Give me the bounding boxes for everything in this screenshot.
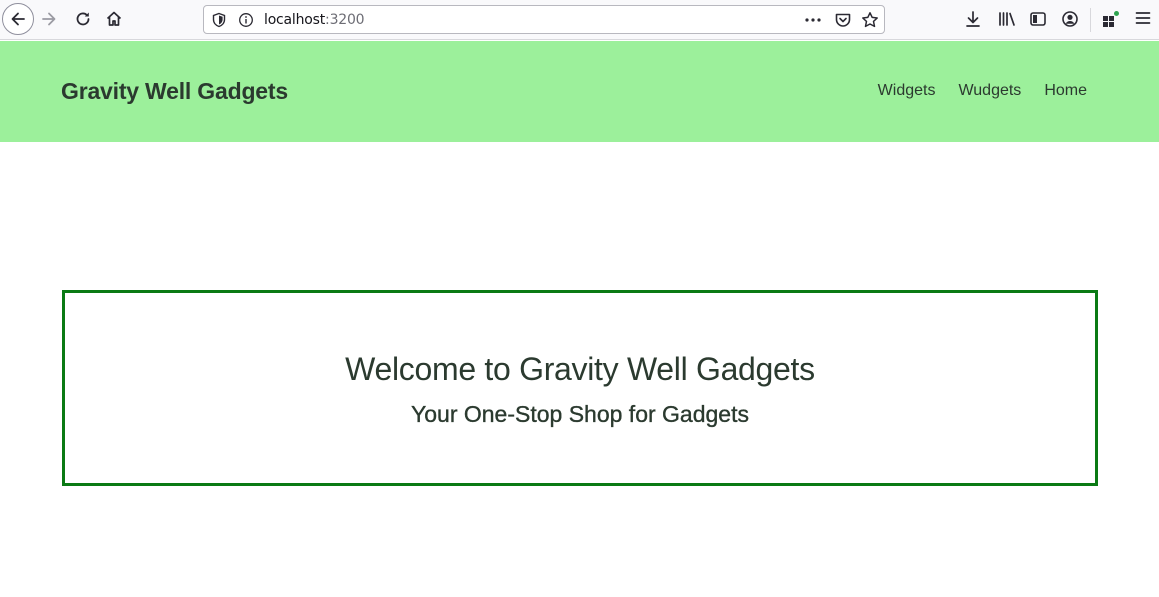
welcome-hero: Welcome to Gravity Well Gadgets Your One… bbox=[62, 290, 1098, 486]
hamburger-menu-icon[interactable] bbox=[1135, 10, 1151, 26]
url-text[interactable]: localhost:3200 bbox=[264, 12, 365, 28]
star-icon[interactable] bbox=[861, 11, 879, 29]
back-button[interactable] bbox=[2, 3, 34, 35]
hero-subtitle: Your One-Stop Shop for Gadgets bbox=[411, 401, 749, 427]
extensions-icon[interactable] bbox=[1101, 10, 1121, 30]
download-icon[interactable] bbox=[964, 10, 982, 28]
address-bar[interactable]: localhost:3200 bbox=[203, 5, 885, 34]
nav-link-home[interactable]: Home bbox=[1044, 82, 1087, 100]
hero-title: Welcome to Gravity Well Gadgets bbox=[345, 351, 815, 387]
reload-icon bbox=[76, 12, 90, 26]
account-icon[interactable] bbox=[1061, 10, 1079, 28]
sidebar-icon[interactable] bbox=[1029, 10, 1047, 28]
nav-link-widgets[interactable]: Widgets bbox=[878, 82, 936, 100]
pocket-icon[interactable] bbox=[834, 11, 852, 29]
shield-icon[interactable] bbox=[211, 12, 227, 28]
info-icon[interactable] bbox=[238, 12, 254, 28]
site-header: Gravity Well Gadgets Widgets Wudgets Hom… bbox=[0, 41, 1159, 142]
forward-arrow-icon bbox=[42, 12, 56, 26]
more-dots-icon[interactable] bbox=[804, 12, 822, 28]
url-host: localhost bbox=[264, 12, 326, 28]
reload-button[interactable] bbox=[68, 4, 98, 34]
brand-title[interactable]: Gravity Well Gadgets bbox=[61, 78, 288, 105]
home-button[interactable] bbox=[99, 4, 129, 34]
library-icon[interactable] bbox=[997, 10, 1017, 28]
home-icon bbox=[106, 11, 122, 26]
back-arrow-icon bbox=[11, 12, 25, 26]
url-port: :3200 bbox=[325, 12, 365, 28]
browser-toolbar: localhost:3200 bbox=[0, 0, 1159, 40]
toolbar-separator bbox=[1090, 8, 1091, 32]
forward-button[interactable] bbox=[34, 4, 64, 34]
main-nav: Widgets Wudgets Home bbox=[878, 82, 1087, 100]
nav-link-wudgets[interactable]: Wudgets bbox=[958, 82, 1021, 100]
